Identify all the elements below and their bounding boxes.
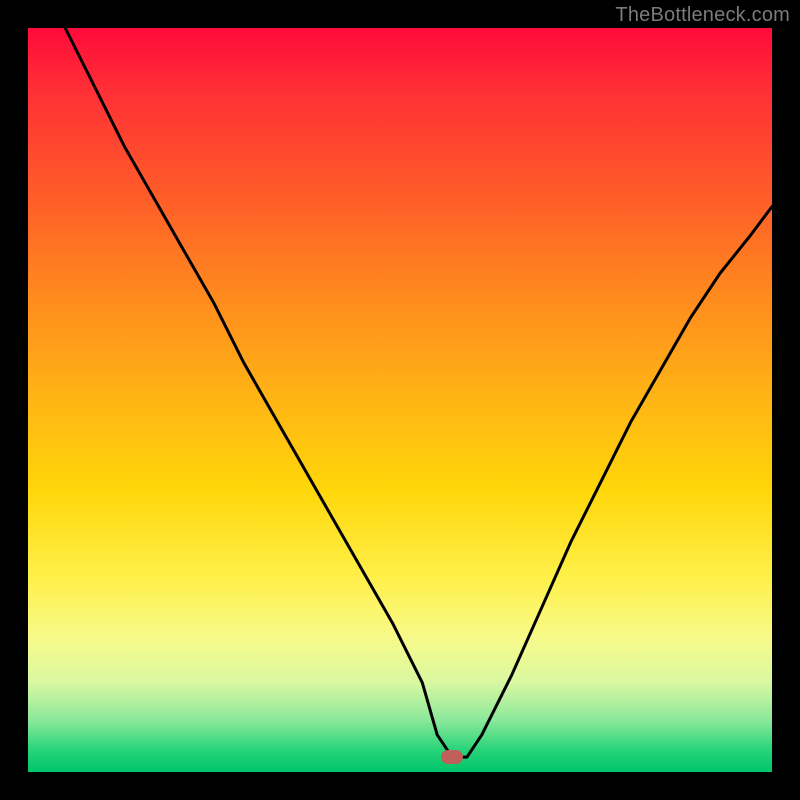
watermark-text: TheBottleneck.com <box>615 4 790 27</box>
curve-path <box>65 28 772 757</box>
plot-area <box>28 28 772 772</box>
minimum-marker <box>441 750 463 764</box>
bottleneck-curve <box>28 28 772 772</box>
chart-frame: TheBottleneck.com <box>0 0 800 800</box>
